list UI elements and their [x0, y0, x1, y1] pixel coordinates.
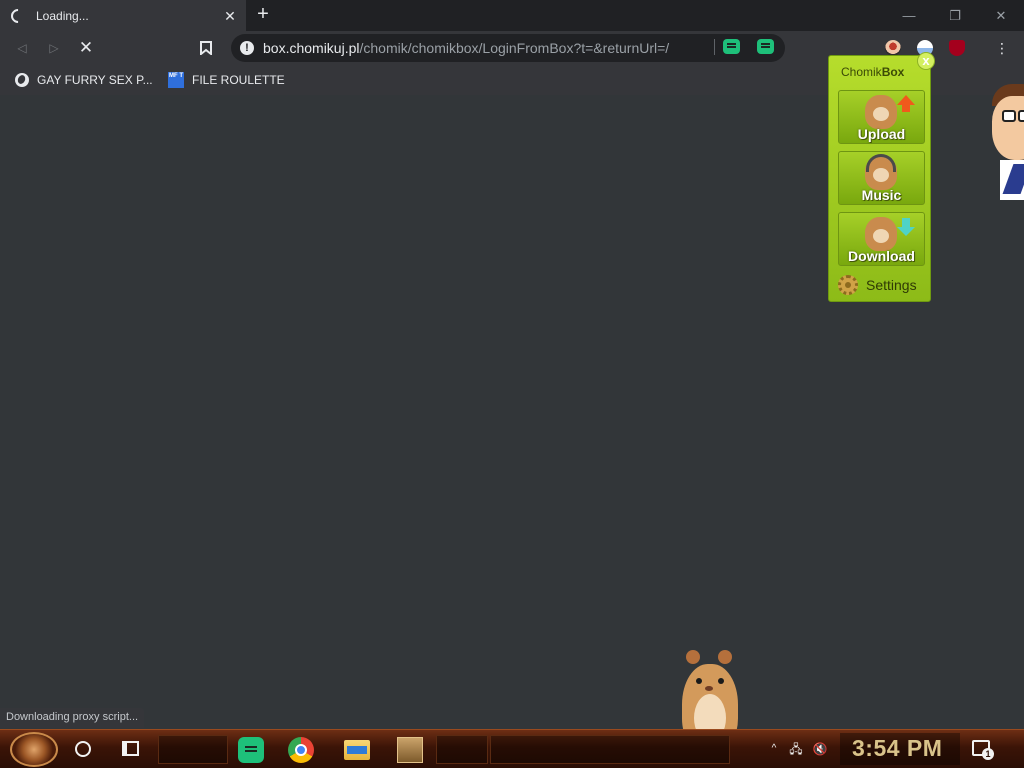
back-button[interactable]: ◁: [10, 36, 34, 60]
chomikbox-close-button[interactable]: x: [917, 52, 935, 70]
title-bar: Loading... ✕ + — ❐ ✕: [0, 0, 1024, 31]
browser-menu-icon[interactable]: ⋮: [994, 40, 1010, 56]
hamster-download-icon: [865, 217, 897, 251]
bookmark-item[interactable]: MF T FILE ROULETTE: [168, 71, 285, 89]
minimize-button[interactable]: —: [886, 0, 932, 31]
restore-button[interactable]: ❐: [932, 0, 978, 31]
chomikbox-panel: ChomikBox x Upload Music Download Settin…: [828, 52, 935, 302]
notification-badge: 1: [982, 748, 994, 760]
url-path: /chomik/chomikbox/LoginFromBox?t=&return…: [359, 40, 670, 56]
taskbar-slot: [490, 735, 730, 764]
gear-icon: [838, 275, 858, 295]
tab-title: Loading...: [36, 8, 89, 23]
chomikbox-title: ChomikBox: [841, 65, 905, 79]
forward-button[interactable]: ▷: [42, 36, 66, 60]
stop-loading-button[interactable]: ✕: [74, 36, 98, 60]
headphones-icon: [866, 154, 896, 172]
green-chat-extension-icon[interactable]: [757, 39, 774, 54]
download-label: Download: [848, 248, 915, 264]
upload-arrow-icon: [897, 95, 915, 112]
desktop-character-icon: [988, 84, 1024, 204]
new-tab-button[interactable]: +: [253, 4, 273, 25]
bookmark-item[interactable]: GAY FURRY SEX P...: [15, 71, 153, 89]
hamster-upload-icon: [865, 95, 897, 129]
download-arrow-icon: [897, 218, 915, 236]
url-text[interactable]: box.chomikuj.pl/chomik/chomikbox/LoginFr…: [263, 40, 669, 56]
settings-button[interactable]: Settings: [838, 274, 917, 296]
tab-close-button[interactable]: ✕: [222, 8, 238, 24]
bookmark-star-icon[interactable]: [194, 36, 218, 60]
status-bubble: Downloading proxy script...: [0, 708, 145, 728]
upload-button[interactable]: Upload: [838, 90, 925, 144]
avatar-extension-icon[interactable]: [885, 40, 901, 56]
start-button[interactable]: [10, 732, 58, 767]
network-icon[interactable]: 🖧: [788, 742, 804, 756]
bookmark-label: FILE ROULETTE: [192, 73, 285, 87]
settings-label: Settings: [866, 277, 917, 293]
url-host: box.chomikuj.pl: [263, 40, 360, 56]
volume-muted-icon[interactable]: 🔇: [812, 742, 828, 756]
info-icon[interactable]: !: [240, 41, 254, 55]
green-chat-app-icon[interactable]: [238, 737, 264, 763]
green-chat-extension-icon[interactable]: [723, 39, 740, 54]
bookmark-label: GAY FURRY SEX P...: [37, 73, 153, 87]
globe-icon: [15, 73, 29, 87]
taskbar-slot: [436, 735, 488, 764]
address-bar[interactable]: ! box.chomikuj.pl/chomik/chomikbox/Login…: [231, 34, 785, 62]
tray-chevron-icon[interactable]: ^: [766, 742, 782, 756]
loading-spinner-icon: [8, 5, 28, 26]
music-label: Music: [861, 187, 902, 203]
chomikbox-app-icon[interactable]: [397, 737, 423, 763]
taskbar: ^ 🖧 🔇 3:54 PM 1: [0, 729, 1024, 768]
clock[interactable]: 3:54 PM: [852, 735, 942, 762]
taskbar-slot: [158, 735, 228, 764]
task-view-icon[interactable]: [122, 741, 139, 756]
file-explorer-icon[interactable]: [344, 740, 370, 760]
browser-tab[interactable]: Loading... ✕: [0, 0, 246, 31]
close-window-button[interactable]: ✕: [978, 0, 1024, 31]
extension-divider: [714, 39, 715, 55]
mft-icon: MF T: [168, 72, 184, 88]
ublock-extension-icon[interactable]: [949, 40, 965, 56]
search-circle-icon[interactable]: [75, 741, 91, 757]
chrome-app-icon[interactable]: [288, 737, 314, 763]
music-button[interactable]: Music: [838, 151, 925, 205]
download-button[interactable]: Download: [838, 212, 925, 266]
upload-label: Upload: [857, 126, 906, 142]
